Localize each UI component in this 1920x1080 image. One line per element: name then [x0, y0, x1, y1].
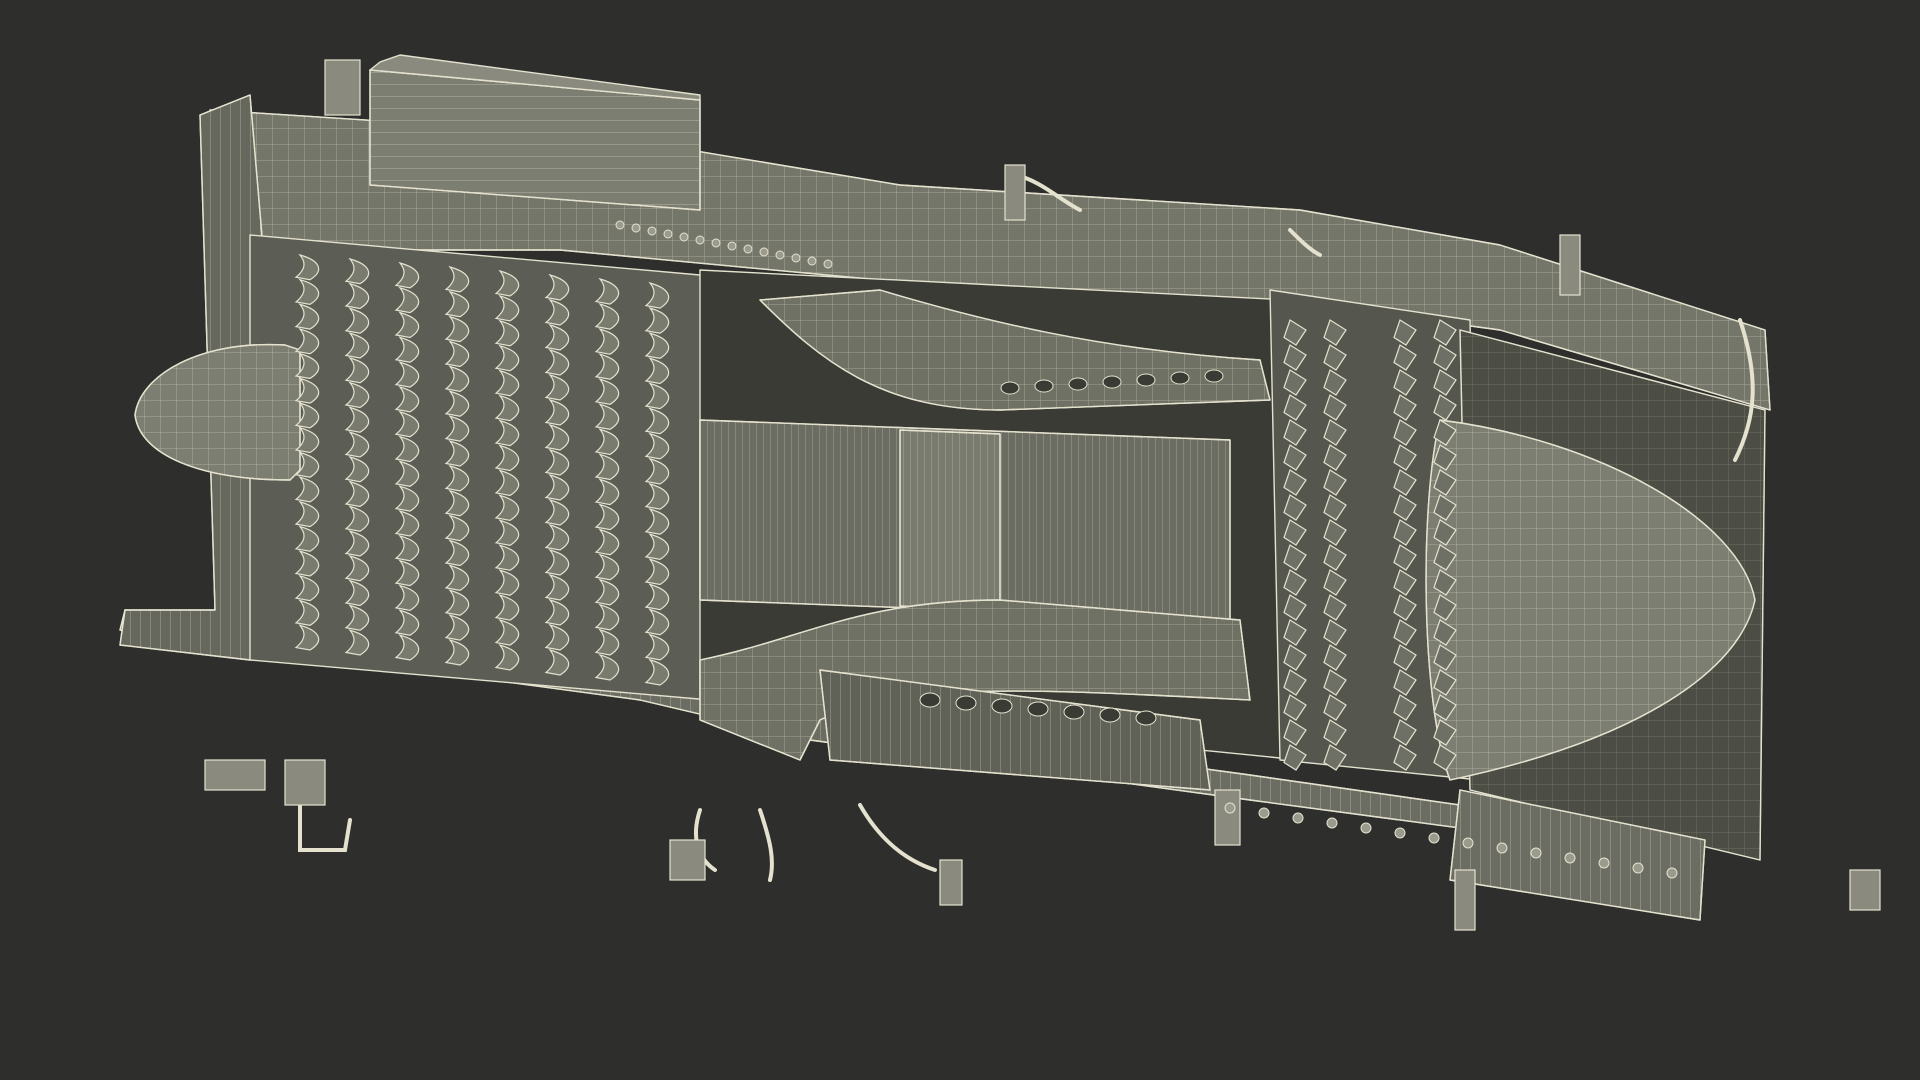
bolt	[679, 232, 689, 242]
bolt	[775, 250, 785, 260]
bolt	[631, 223, 641, 233]
liner-hole	[1170, 371, 1190, 385]
liner-hole	[1000, 381, 1020, 395]
bolt	[1428, 832, 1440, 844]
liner-hole	[1102, 375, 1122, 389]
bolt	[1564, 852, 1576, 864]
liner-hole	[919, 692, 941, 708]
bolt	[663, 229, 673, 239]
liner-hole	[991, 698, 1013, 714]
liner-hole	[1034, 379, 1054, 393]
bolt	[1224, 802, 1236, 814]
bolt	[1530, 847, 1542, 859]
bolt	[1666, 867, 1678, 879]
bolt	[791, 253, 801, 263]
bolt	[1292, 812, 1304, 824]
engine-render	[119, 54, 1881, 931]
liner-hole	[1136, 373, 1156, 387]
bolt	[1258, 807, 1270, 819]
bolt	[823, 259, 833, 269]
bolt	[727, 241, 737, 251]
liner-hole	[955, 695, 977, 711]
bolt	[1326, 817, 1338, 829]
bolt	[615, 220, 625, 230]
bolt	[695, 235, 705, 245]
liner-hole	[1068, 377, 1088, 391]
liner-hole	[1204, 369, 1224, 383]
liner-hole	[1099, 707, 1121, 723]
bolt	[1496, 842, 1508, 854]
liner-hole	[1063, 704, 1085, 720]
bolt	[711, 238, 721, 248]
bolt	[1394, 827, 1406, 839]
bolt	[1462, 837, 1474, 849]
bolt	[743, 244, 753, 254]
bolt	[647, 226, 657, 236]
bolt	[1632, 862, 1644, 874]
engine-body	[119, 54, 1771, 921]
bolt	[1360, 822, 1372, 834]
liner-hole	[1135, 710, 1157, 726]
bolt	[1598, 857, 1610, 869]
liner-hole	[1027, 701, 1049, 717]
bolt	[759, 247, 769, 257]
bolt	[807, 256, 817, 266]
